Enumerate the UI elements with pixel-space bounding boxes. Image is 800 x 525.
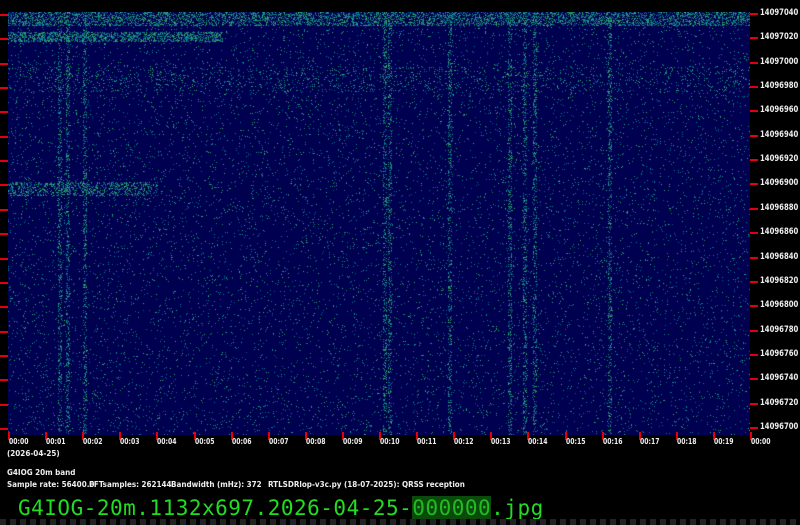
y-axis-label: 14096800 <box>760 300 799 311</box>
x-axis-label: 00:03 <box>120 437 140 446</box>
y-tick-left <box>0 233 8 236</box>
y-tick-left <box>0 379 8 382</box>
sample-rate: Sample rate: 56400.0 <box>7 480 95 489</box>
y-tick-left <box>0 14 8 16</box>
filename-caption: G4IOG-20m.1132x697.2026-04-25-000000.jpg <box>18 496 544 520</box>
y-tick-left <box>0 306 8 309</box>
y-tick-left <box>0 403 8 406</box>
software-info: RTLSDRlop-v3c.py (18-07-2025): QRSS rece… <box>268 480 465 489</box>
y-tick <box>750 402 758 405</box>
y-tick-left <box>0 330 8 333</box>
y-tick <box>750 353 758 356</box>
y-tick-left <box>0 184 8 187</box>
y-tick <box>750 207 758 210</box>
x-axis-label: 00:13 <box>491 437 511 446</box>
y-tick <box>750 280 758 283</box>
y-axis-label: 14096820 <box>760 275 799 286</box>
x-axis-label: 00:16 <box>602 437 623 446</box>
x-axis-label: 00:12 <box>454 437 474 446</box>
y-tick-left <box>0 87 8 90</box>
y-axis-label: 14096760 <box>760 348 799 359</box>
y-tick <box>750 110 758 113</box>
y-tick <box>750 159 758 162</box>
x-axis-label: 00:08 <box>305 437 326 446</box>
y-tick-left <box>0 135 8 138</box>
x-axis-label: 00:15 <box>565 437 585 446</box>
station-label: G4IOG 20m band <box>7 468 76 477</box>
bandwidth: Bandwidth (mHz): 372 <box>171 480 262 489</box>
x-axis-label: 00:18 <box>676 437 697 446</box>
y-tick-left <box>0 257 8 260</box>
y-tick-left <box>0 427 8 430</box>
y-axis-label: 14096840 <box>760 251 799 262</box>
x-axis-label: 00:06 <box>231 437 252 446</box>
y-tick <box>750 86 758 89</box>
y-tick <box>750 378 758 381</box>
x-axis-label: 00:01 <box>46 437 66 446</box>
bottom-strip <box>0 519 800 525</box>
y-axis-label: 14096720 <box>760 397 799 408</box>
y-tick-left <box>0 281 8 284</box>
fft-samples: FFTsamples: 262144 <box>89 480 172 489</box>
y-axis-label: 14096920 <box>760 154 799 165</box>
y-axis-label: 14097020 <box>760 32 799 43</box>
y-axis-label: 14097040 <box>760 8 799 18</box>
x-axis-label: 00:05 <box>194 437 214 446</box>
y-tick <box>750 305 758 308</box>
x-axis-label: 00:00 <box>9 437 29 446</box>
y-axis-label: 14096880 <box>760 202 799 213</box>
y-tick <box>750 256 758 259</box>
x-axis-label: 00:02 <box>83 437 103 446</box>
y-axis-label: 14096860 <box>760 227 799 238</box>
filename-prefix: G4IOG-20m.1132x697.2026-04-25- <box>18 496 413 520</box>
y-axis-label: 14096740 <box>760 373 799 384</box>
x-axis-label: 00:07 <box>268 437 289 446</box>
y-tick <box>750 13 758 15</box>
x-axis-label: 00:19 <box>713 437 734 446</box>
x-axis-label: 00:09 <box>342 437 363 446</box>
x-axis-label: 00:14 <box>528 437 548 446</box>
y-axis-label: 14097000 <box>760 56 799 67</box>
x-axis-label: 00:04 <box>157 437 177 446</box>
y-tick-left <box>0 354 8 357</box>
x-axis-label: 00:11 <box>417 437 437 446</box>
y-tick-left <box>0 160 8 163</box>
y-tick <box>750 329 758 332</box>
y-axis-label: 14096780 <box>760 324 799 335</box>
y-tick-left <box>0 111 8 114</box>
y-axis-label: 14096960 <box>760 105 799 116</box>
y-tick <box>750 426 758 429</box>
date-label: (2026-04-25) <box>7 449 60 458</box>
y-tick <box>750 232 758 235</box>
y-tick-left <box>0 208 8 211</box>
x-axis-label: 00:17 <box>639 437 660 446</box>
y-tick <box>750 134 758 137</box>
y-tick <box>750 61 758 64</box>
filename-time: 000000 <box>412 496 492 520</box>
y-axis-label: 14096900 <box>760 178 799 189</box>
waterfall-spectrogram <box>8 12 750 435</box>
y-axis-label: 14096700 <box>760 421 799 432</box>
y-tick-left <box>0 62 8 65</box>
filename-ext: .jpg <box>491 496 544 520</box>
x-axis-label: 00:00 <box>751 437 771 446</box>
y-axis-label: 14096980 <box>760 81 799 92</box>
x-axis-label: 00:10 <box>380 437 400 446</box>
y-tick-left <box>0 38 8 41</box>
y-tick <box>750 183 758 186</box>
y-axis-label: 14096940 <box>760 129 799 140</box>
y-tick <box>750 37 758 40</box>
